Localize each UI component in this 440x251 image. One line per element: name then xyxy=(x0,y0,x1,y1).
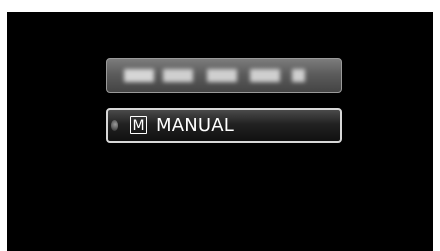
m-box-icon: M xyxy=(130,116,147,134)
camera-screen: M MANUAL xyxy=(7,12,433,251)
blurred-label-segment-4 xyxy=(292,69,305,82)
cursor-dot-icon xyxy=(111,120,118,131)
menu-item-auto[interactable] xyxy=(106,58,342,93)
blurred-label-segment-3 xyxy=(250,69,280,82)
blurred-label-segment-2 xyxy=(207,69,237,82)
menu-item-manual[interactable]: M MANUAL xyxy=(106,108,342,143)
blurred-mode-icon xyxy=(124,69,154,82)
manual-label: MANUAL xyxy=(156,115,235,136)
blurred-label-segment-1 xyxy=(163,69,193,82)
